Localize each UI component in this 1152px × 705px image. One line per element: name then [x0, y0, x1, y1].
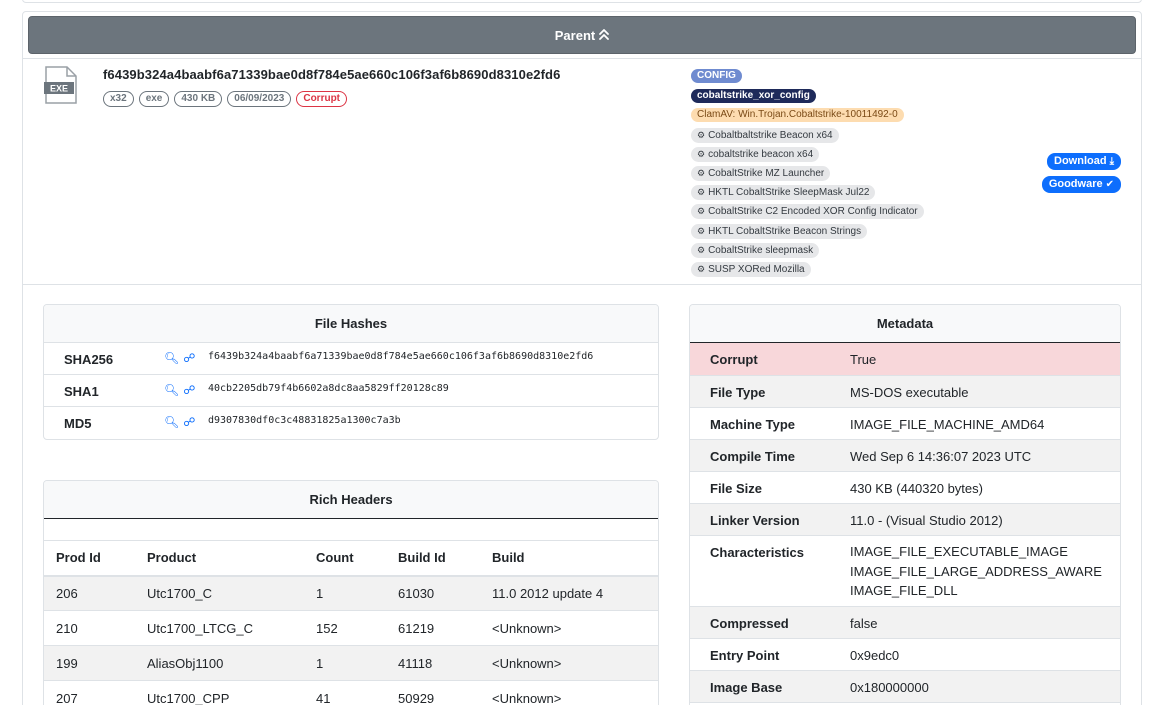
yara-tag[interactable]: ⚙ HKTL CobaltStrike Beacon Strings	[691, 224, 868, 239]
table-row: 207 Utc1700_CPP 41 50929 <Unknown>	[44, 680, 658, 705]
download-button[interactable]: Download ⤓	[1047, 153, 1121, 170]
rich-headers-card: Rich Headers Prod Id Product Count Build…	[43, 480, 659, 705]
robot-icon: ⚙	[697, 168, 706, 178]
robot-icon: ⚙	[697, 226, 706, 236]
sample-pills: x32 exe 430 KB 06/09/2023 Corrupt	[103, 91, 348, 107]
arch-pill: x32	[103, 91, 134, 107]
size-pill: 430 KB	[174, 91, 223, 107]
check-circle-icon: ✔	[1105, 179, 1114, 190]
robot-icon: ⚙	[697, 130, 706, 140]
hash-row-sha256: SHA256 🔍︎ ☍ f6439b324a4baabf6a71339bae0d8…	[44, 343, 658, 375]
parent-label: Parent	[554, 27, 596, 43]
metadata-row: Compile Time Wed Sep 6 14:36:07 2023 UTC	[690, 440, 1120, 472]
exe-file-icon: EXE	[44, 66, 78, 104]
graph-icon[interactable]: ☍	[183, 351, 195, 365]
goodware-button[interactable]: Goodware ✔	[1041, 176, 1121, 193]
rich-header-rule	[44, 518, 658, 540]
hash-value[interactable]: d9307830df0c3c48831825a1300c7a3b	[208, 415, 401, 426]
corrupt-pill: Corrupt	[296, 91, 348, 107]
column-header: Count	[304, 540, 386, 577]
config-tag[interactable]: CONFIG	[691, 69, 742, 83]
graph-icon[interactable]: ☍	[183, 415, 195, 429]
hash-value[interactable]: 40cb2205db79f4b6602a8dc8aa5829ff20128c89	[208, 383, 449, 394]
rich-headers-title: Rich Headers	[44, 481, 658, 519]
previous-card-edge	[22, 0, 1142, 3]
robot-icon: ⚙	[697, 206, 706, 216]
yara-tag[interactable]: ⚙ SUSP XORed Mozilla	[691, 262, 811, 277]
graph-icon[interactable]: ☍	[183, 383, 195, 397]
yara-tag[interactable]: ⚙ CobaltStrike C2 Encoded XOR Config Indi…	[691, 204, 924, 219]
rich-headers-table: Prod Id Product Count Build Id Build 206…	[44, 540, 658, 705]
search-icon[interactable]: 🔍︎	[164, 383, 179, 397]
family-tag[interactable]: cobaltstrike_xor_config	[691, 89, 816, 103]
column-header: Prod Id	[44, 540, 135, 577]
yara-tag[interactable]: ⚙ Cobaltbaltstrike Beacon x64	[691, 128, 839, 143]
metadata-card: Metadata Corrupt True File Type MS-DOS e…	[689, 304, 1121, 705]
download-icon: ⤓	[1109, 156, 1114, 167]
hash-value[interactable]: f6439b324a4baabf6a71339bae0d8f784e5ae660…	[208, 351, 593, 362]
metadata-row: File Type MS-DOS executable	[690, 376, 1120, 408]
parent-toggle-button[interactable]: Parent	[28, 16, 1136, 54]
file-hashes-card: File Hashes SHA256 🔍︎ ☍ f6439b324a4baabf6…	[43, 304, 659, 440]
yara-tag[interactable]: ⚙ CobaltStrike sleepmask	[691, 243, 820, 258]
robot-icon: ⚙	[697, 264, 706, 274]
clamav-tag[interactable]: ClamAV: Win.Trojan.Cobaltstrike-10011492…	[691, 108, 904, 122]
hash-label: SHA256	[64, 352, 114, 367]
robot-icon: ⚙	[697, 187, 706, 197]
column-header: Build Id	[386, 540, 480, 577]
column-header: Product	[135, 540, 304, 577]
filetype-pill: exe	[138, 91, 170, 107]
metadata-row: Image Base 0x180000000	[690, 671, 1120, 703]
svg-text:EXE: EXE	[50, 84, 68, 94]
yara-tag[interactable]: ⚙ cobaltstrike beacon x64	[691, 147, 820, 162]
divider	[23, 58, 1141, 59]
yara-tag[interactable]: ⚙ HKTL CobaltStrike SleepMask Jul22	[691, 185, 876, 200]
metadata-row: Entry Point 0x9edc0	[690, 639, 1120, 671]
metadata-row: Machine Type IMAGE_FILE_MACHINE_AMD64	[690, 408, 1120, 440]
file-hashes-title: File Hashes	[44, 305, 658, 343]
metadata-title: Metadata	[690, 305, 1120, 343]
table-row: 199 AliasObj1100 1 41118 <Unknown>	[44, 645, 658, 681]
date-pill: 06/09/2023	[227, 91, 292, 107]
hash-row-sha1: SHA1 🔍︎ ☍ 40cb2205db79f4b6602a8dc8aa5829f…	[44, 375, 658, 407]
search-icon[interactable]: 🔍︎	[164, 415, 179, 429]
hash-label: MD5	[64, 416, 92, 431]
metadata-row: Linker Version 11.0 - (Visual Studio 201…	[690, 504, 1120, 536]
sample-sha256-title[interactable]: f6439b324a4baabf6a71339bae0d8f784e5ae660…	[103, 67, 560, 82]
hash-row-md5: MD5 🔍︎ ☍ d9307830df0c3c48831825a1300c7a3b	[44, 407, 658, 439]
divider	[23, 284, 1141, 285]
metadata-row: Compressed false	[690, 607, 1120, 639]
yara-tag[interactable]: ⚙ CobaltStrike MZ Launcher	[691, 166, 831, 181]
table-row: 206 Utc1700_C 1 61030 11.0 2012 update 4	[44, 575, 658, 611]
robot-icon: ⚙	[697, 149, 706, 159]
column-header: Build	[480, 540, 658, 577]
metadata-row: Corrupt True	[690, 343, 1120, 376]
metadata-row: File Size 430 KB (440320 bytes)	[690, 472, 1120, 504]
hash-label: SHA1	[64, 384, 99, 399]
robot-icon: ⚙	[697, 245, 706, 255]
metadata-row: Characteristics IMAGE_FILE_EXECUTABLE_IM…	[690, 536, 1120, 607]
search-icon[interactable]: 🔍︎	[164, 351, 179, 365]
table-row: 210 Utc1700_LTCG_C 152 61219 <Unknown>	[44, 610, 658, 646]
chevrons-up-icon	[599, 28, 610, 43]
